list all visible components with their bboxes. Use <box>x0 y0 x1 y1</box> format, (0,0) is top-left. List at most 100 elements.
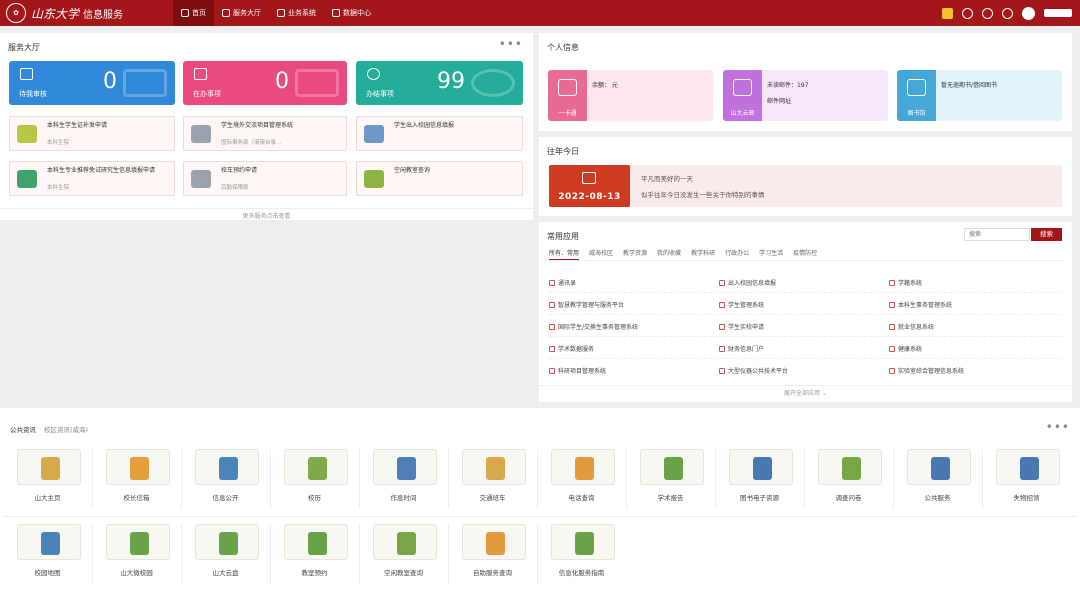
library-status: 暂无逾期书/借阅图书 <box>941 82 998 89</box>
book-icon <box>907 79 926 96</box>
stat-in-progress[interactable]: 0 在办事项 <box>183 61 347 105</box>
nav-service-hall[interactable]: 服务大厅 <box>214 0 269 26</box>
card-side: 一卡通 <box>548 70 587 121</box>
tab-teaching-resources[interactable]: 教学资源 <box>623 248 647 260</box>
news-tile[interactable]: 校园地图 <box>3 520 92 579</box>
cloud-mail-card[interactable]: 山大云邮 未读邮件：197 邮件网址 <box>723 70 888 121</box>
app-link[interactable]: 智慧教学管理与服务平台 <box>549 300 624 309</box>
tab-favorites[interactable]: 我的收藏 <box>657 248 681 260</box>
tab-all[interactable]: 所有、常用 <box>549 248 580 260</box>
date-thumbnail: 2022-08-13 <box>549 165 630 207</box>
news-tile[interactable]: 失物招领 <box>982 445 1071 504</box>
more-services-link[interactable]: 更多服务点击查看 <box>0 208 533 220</box>
tab-study-life[interactable]: 学习生活 <box>759 248 783 260</box>
tab-epidemic[interactable]: 疫情防控 <box>793 248 817 260</box>
phone-icon <box>575 457 594 480</box>
tab-weihai[interactable]: 威海校区 <box>589 248 613 260</box>
library-card[interactable]: 图书馆 暂无逾期书/借阅图书 <box>897 70 1062 121</box>
service-item[interactable]: 学生出入校园信息填报 <box>356 116 523 151</box>
service-item[interactable]: 学生境外交流项目管理系统 国际事务部（港澳台事… <box>183 116 347 151</box>
news-tile[interactable]: 山大云盘 <box>181 520 270 579</box>
app-link[interactable]: 科研项目管理系统 <box>549 366 606 375</box>
campus-card[interactable]: 一卡通 余额： 元 <box>548 70 713 121</box>
news-tile[interactable]: 山大主页 <box>3 445 92 504</box>
tab-public-news[interactable]: 公共资讯 <box>10 424 36 434</box>
tile-label: 作息时间 <box>390 494 417 502</box>
news-tile[interactable]: 校长信箱 <box>92 445 181 504</box>
app-link[interactable]: 健康系统 <box>889 344 922 353</box>
app-link[interactable]: 就业信息系统 <box>889 322 934 331</box>
history-today-card[interactable]: 2022-08-13 平凡而美好的一天 似乎往年今日没发生一些关于你特别的事情 <box>549 165 1062 207</box>
news-tile[interactable]: 山大微校园 <box>92 520 181 579</box>
edit-icon[interactable] <box>942 7 953 19</box>
app-link[interactable]: 财务信息门户 <box>719 344 764 353</box>
news-tile[interactable]: 作息时间 <box>359 445 448 504</box>
tile-label: 山大云盘 <box>212 569 239 577</box>
news-tile[interactable]: 信息公开 <box>181 445 270 504</box>
service-title: 空闲教室查询 <box>394 167 431 174</box>
nav-home[interactable]: 首页 <box>173 0 214 26</box>
lost-found-icon <box>1020 457 1039 480</box>
nav-business-systems[interactable]: 业务系统 <box>269 0 324 26</box>
news-tabs: 公共资讯 校区资讯(威海) <box>10 424 88 434</box>
app-link[interactable]: 学籍系统 <box>889 278 922 287</box>
tab-research[interactable]: 教学科研 <box>691 248 715 260</box>
tab-campus-news[interactable]: 校区资讯(威海) <box>44 424 88 434</box>
app-icon <box>889 301 895 308</box>
tile-background <box>17 524 81 560</box>
more-menu[interactable]: ••• <box>1046 420 1070 434</box>
user-name[interactable] <box>1044 9 1072 17</box>
university-logo[interactable]: ✿ 山东大学 信息服务 <box>6 3 161 23</box>
service-item[interactable]: 本科生学生证补发申请 本科生院 <box>9 116 175 151</box>
service-item[interactable]: 校车预约申请 后勤保障部 <box>183 161 347 196</box>
gear-icon[interactable] <box>1002 7 1013 19</box>
app-link[interactable]: 实验室综合管理信息系统 <box>889 366 964 375</box>
service-item[interactable]: 本科生专业推荐免试研究生信息填报申请 本科生院 <box>9 161 175 196</box>
news-tile[interactable]: 公共服务 <box>893 445 982 504</box>
app-link[interactable]: 学生管理系统 <box>719 300 764 309</box>
news-tile[interactable]: 图书电子资源 <box>715 445 804 504</box>
tab-admin[interactable]: 行政办公 <box>725 248 749 260</box>
service-item[interactable]: 空闲教室查询 <box>356 161 523 196</box>
news-tile[interactable]: 自助服务查询 <box>448 520 537 579</box>
app-link[interactable]: 学生实校申请 <box>719 322 764 331</box>
tile-background <box>284 449 348 485</box>
app-link[interactable]: 学术数据服务 <box>549 344 594 353</box>
app-label: 实验室综合管理信息系统 <box>898 368 965 375</box>
app-icon <box>719 301 725 308</box>
app-label: 大型仪器公共技术平台 <box>728 368 789 375</box>
tile-label: 空闲教室查询 <box>384 569 423 577</box>
news-tile[interactable]: 教室预约 <box>270 520 359 579</box>
help-icon[interactable] <box>962 7 973 19</box>
today-message: 似乎往年今日没发生一些关于你特别的事情 <box>641 191 765 199</box>
search-button[interactable]: 搜索 <box>1031 228 1062 241</box>
news-tile[interactable]: 调查问卷 <box>804 445 893 504</box>
news-tile[interactable]: 学术报告 <box>626 445 715 504</box>
app-link[interactable]: 大型仪器公共技术平台 <box>719 366 788 375</box>
app-category-tabs: 所有、常用 威海校区 教学资源 我的收藏 教学科研 行政办公 学习生活 疫情防控 <box>549 248 817 260</box>
nav-data-center[interactable]: 数据中心 <box>324 0 379 26</box>
app-link[interactable]: 通讯录 <box>549 278 576 287</box>
app-label: 学术数据服务 <box>558 346 595 353</box>
app-link[interactable]: 出入校园信息填报 <box>719 278 776 287</box>
app-link[interactable]: 本科生事务管理系统 <box>889 300 952 309</box>
news-tile[interactable]: 交通班车 <box>448 445 537 504</box>
bell-icon[interactable] <box>982 7 993 19</box>
nav-label: 首页 <box>192 9 206 17</box>
news-tile[interactable]: 电话查询 <box>537 445 626 504</box>
app-link[interactable]: 国际学生/交换生事务管理系统 <box>549 322 638 331</box>
stat-completed[interactable]: 99 办结事项 <box>356 61 523 105</box>
news-tile[interactable]: 信息化服务指南 <box>537 520 626 579</box>
mail-icon <box>733 79 752 96</box>
unread-mail: 未读邮件：197 <box>767 82 809 89</box>
more-menu[interactable]: ••• <box>499 37 523 51</box>
app-search-input[interactable] <box>964 228 1030 241</box>
expand-all-apps[interactable]: 展开全部应用 ⌄ <box>539 385 1072 397</box>
bus-icon <box>486 457 505 480</box>
news-tile[interactable]: 空闲教室查询 <box>359 520 448 579</box>
mail-link[interactable]: 邮件网址 <box>767 96 791 105</box>
history-today-panel: 往年今日 2022-08-13 平凡而美好的一天 似乎往年今日没发生一些关于你特… <box>539 137 1072 216</box>
stat-pending-review[interactable]: 0 待我审核 <box>9 61 175 105</box>
avatar[interactable] <box>1022 6 1035 20</box>
news-tile[interactable]: 校历 <box>270 445 359 504</box>
